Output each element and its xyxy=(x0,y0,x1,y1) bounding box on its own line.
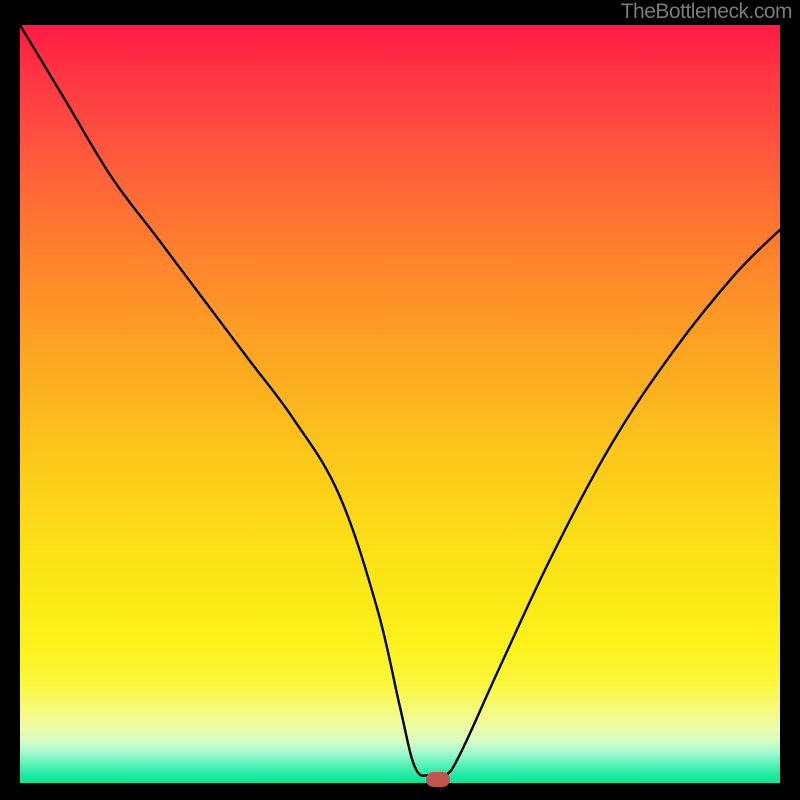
attribution-label: TheBottleneck.com xyxy=(621,0,792,24)
plot-area xyxy=(20,25,780,783)
optimal-marker xyxy=(426,772,450,787)
chart-frame: TheBottleneck.com xyxy=(0,0,800,800)
bottleneck-curve xyxy=(20,25,780,783)
